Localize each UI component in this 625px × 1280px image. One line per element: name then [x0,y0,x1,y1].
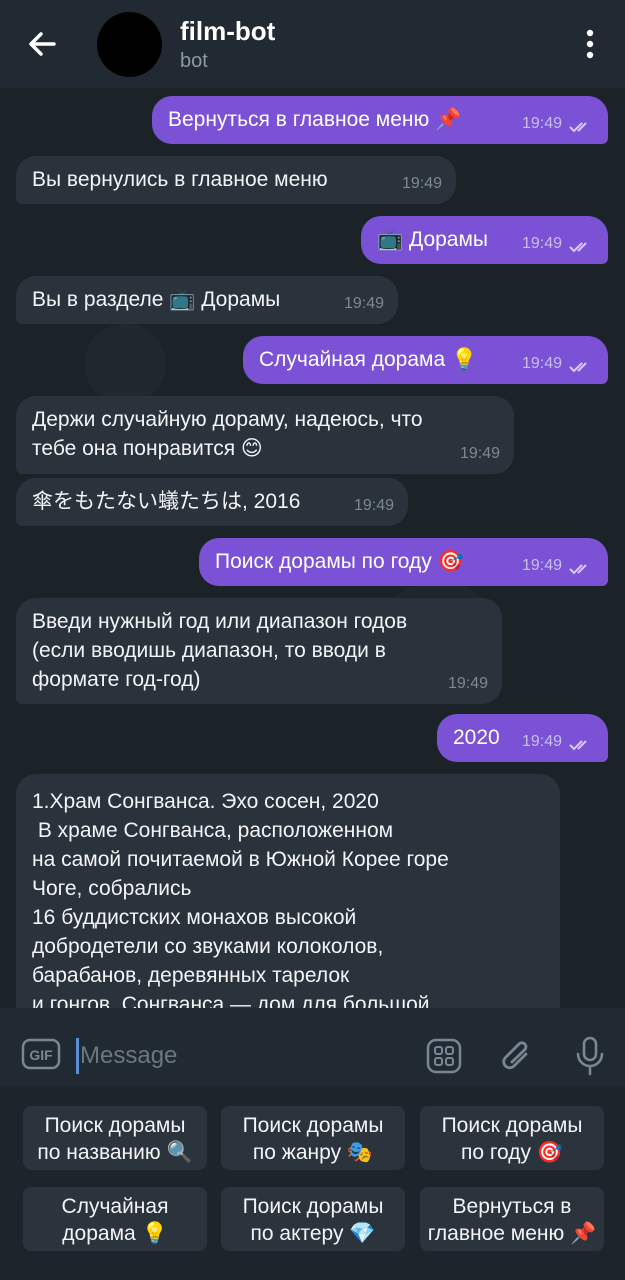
double-check-icon [569,362,587,373]
message-text: Вы в разделе 📺 Дорамы [32,288,281,311]
message-bubble[interactable]: Вы в разделе 📺 Дорамы 19:49 [16,276,398,324]
message-time: 19:49 [521,115,562,132]
message-list[interactable]: Вернуться в главное меню 📌 19:49 Вы верн… [0,88,625,1008]
message-bubble[interactable]: 2020 19:49 [437,714,608,762]
message-text: 📺 Дорамы [377,228,489,251]
keyboard-button-search-actor[interactable]: Поиск дорамы по актеру 💎 [221,1187,405,1251]
message-time: 19:49 [459,445,500,462]
message-time: 19:49 [401,175,442,192]
more-vertical-icon [586,29,594,59]
chat-header: film-bot bot [0,0,625,88]
bot-keyboard-toggle[interactable] [426,1038,462,1074]
message-bubble[interactable]: Случайная дорама 💡 19:49 [243,336,608,384]
message-text: Случайная дорама 💡 [259,348,478,371]
gif-icon: GIF [21,1038,61,1070]
gif-button[interactable]: GIF [21,1036,61,1072]
message-text: Вы вернулись в главное меню [32,168,328,191]
double-check-icon [569,740,587,751]
message-text: Держи случайную дораму, надеюсь, что теб… [32,408,423,460]
double-check-icon [569,122,587,133]
chat-title[interactable]: film-bot [180,16,275,47]
apps-grid-icon [426,1038,462,1074]
message-text: Введи нужный год или диапазон годов (есл… [32,610,408,691]
arrow-left-icon [29,32,56,56]
message-bubble[interactable]: Вы вернулись в главное меню 19:49 [16,156,456,204]
message-time: 19:49 [521,235,562,252]
message-time: 19:49 [343,295,384,312]
message-time: 19:49 [521,355,562,372]
message-bubble[interactable]: Держи случайную дораму, надеюсь, что теб… [16,396,514,474]
message-text: 傘をもたない蟻たちは, 2016 [32,490,301,513]
message-text: Поиск дорамы по году 🎯 [215,550,464,573]
back-button[interactable] [22,24,62,64]
paperclip-icon [502,1041,528,1070]
message-input[interactable] [80,1036,400,1076]
message-time: 19:49 [521,557,562,574]
text-caret [76,1038,79,1074]
message-bubble[interactable]: Введи нужный год или диапазон годов (есл… [16,598,502,704]
chat-subtitle: bot [180,50,208,72]
keyboard-button-search-year[interactable]: Поиск дорамы по году 🎯 [420,1106,604,1170]
message-text: 1.Храм Сонгванса. Эхо сосен, 2020 В храм… [32,790,449,1008]
microphone-icon [576,1036,604,1076]
svg-text:GIF: GIF [29,1047,53,1063]
message-bubble[interactable]: 1.Храм Сонгванса. Эхо сосен, 2020 В храм… [16,774,560,1008]
message-bubble[interactable]: 傘をもたない蟻たちは, 2016 19:49 [16,478,408,526]
keyboard-button-search-genre[interactable]: Поиск дорамы по жанру 🎭 [221,1106,405,1170]
message-time: 19:49 [353,497,394,514]
message-text: 2020 [453,726,500,749]
message-text: Вернуться в главное меню 📌 [168,108,462,131]
voice-button[interactable] [573,1035,607,1077]
keyboard-button-search-title[interactable]: Поиск дорамы по названию 🔍 [23,1106,207,1170]
message-time: 19:49 [447,675,488,692]
more-menu-button[interactable] [575,26,605,62]
avatar[interactable] [97,12,162,77]
double-check-icon [569,564,587,575]
keyboard-button-main-menu[interactable]: Вернуться в главное меню 📌 [420,1187,604,1251]
keyboard-button-random[interactable]: Случайная дорама 💡 [23,1187,207,1251]
message-bubble[interactable]: Вернуться в главное меню 📌 19:49 [152,96,608,144]
attach-button[interactable] [500,1036,534,1076]
message-time: 19:49 [521,733,562,750]
message-composer: GIF [0,1008,625,1086]
message-bubble[interactable]: 📺 Дорамы 19:49 [361,216,608,264]
message-bubble[interactable]: Поиск дорамы по году 🎯 19:49 [199,538,608,586]
double-check-icon [569,242,587,253]
bot-reply-keyboard: Поиск дорамы по названию 🔍 Поиск дорамы … [0,1086,625,1280]
